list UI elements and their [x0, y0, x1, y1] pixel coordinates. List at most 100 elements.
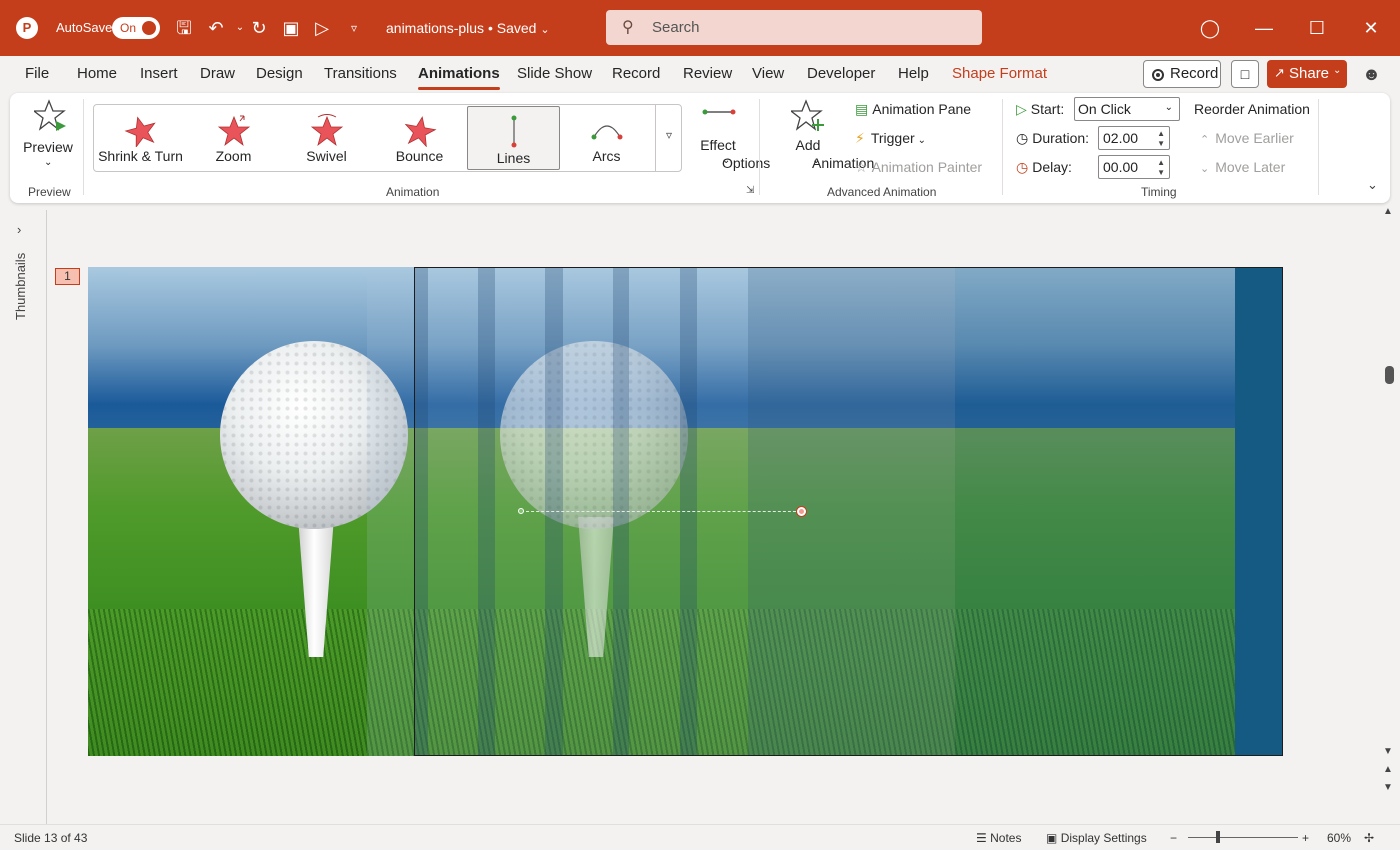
tab-review[interactable]: Review [683, 65, 732, 82]
spin-down-icon[interactable]: ▼ [1157, 139, 1165, 148]
duration-input[interactable]: 02.00 ▲ ▼ [1098, 126, 1170, 150]
thumbnails-pane: › Thumbnails [0, 210, 47, 824]
start-select[interactable]: On Click ⌄ [1074, 97, 1180, 121]
tab-developer[interactable]: Developer [807, 65, 875, 82]
motion-path-end[interactable] [797, 507, 806, 516]
tab-draw[interactable]: Draw [200, 65, 235, 82]
record-button[interactable]: Record [1143, 60, 1221, 88]
animation-shrink-turn[interactable]: Shrink & Turn [94, 105, 187, 171]
add-animation-button[interactable]: Add Animation ⌄ [766, 99, 874, 177]
comments-button[interactable]: □ [1231, 60, 1259, 88]
tab-shape-format[interactable]: Shape Format [952, 65, 1047, 82]
tab-file[interactable]: File [25, 65, 49, 82]
previous-slide-icon[interactable]: ▲ [1383, 764, 1393, 775]
preview-button[interactable]: Preview ⌄ [20, 99, 76, 177]
tab-help[interactable]: Help [898, 65, 929, 82]
notes-button[interactable]: ☰ Notes [976, 831, 1021, 845]
status-bar: Slide 13 of 43 ☰ Notes ▣ Display Setting… [0, 824, 1400, 850]
duration-label: ◷ Duration: [1016, 130, 1090, 146]
zoom-in-icon[interactable]: + [1302, 831, 1309, 845]
thumbnails-label[interactable]: Thumbnails [13, 253, 28, 320]
animation-pane-icon: ▤ [855, 101, 869, 117]
lines-path-icon [511, 115, 516, 148]
separator [1318, 99, 1319, 195]
comment-icon: □ [1240, 66, 1250, 82]
spin-down-icon[interactable]: ▼ [1157, 168, 1165, 177]
zoom-slider-knob[interactable] [1216, 831, 1220, 843]
fit-slide-icon[interactable]: ✢ [1364, 831, 1374, 845]
gallery-more-icon[interactable]: ▿ [655, 105, 682, 171]
play-icon: ▷ [1016, 101, 1027, 117]
effect-options-button[interactable]: Effect Options ⌄ [684, 99, 770, 177]
undo-icon[interactable]: ↶ [204, 16, 228, 40]
golf-ball-ghost [500, 341, 688, 529]
lightbulb-icon[interactable]: ◯ [1196, 14, 1224, 42]
chevron-down-icon: ⌄ [1333, 65, 1342, 76]
maximize-icon[interactable]: ☐ [1303, 14, 1331, 42]
zoom-level[interactable]: 60% [1327, 831, 1351, 845]
effect-options-icon [702, 109, 736, 115]
customize-toolbar-icon[interactable]: ▿ [342, 16, 366, 40]
delay-clock-icon: ◷ [1016, 159, 1029, 175]
dialog-launcher-icon[interactable]: ⇲ [746, 185, 754, 196]
redo-icon[interactable]: ↻ [247, 16, 271, 40]
coauthor-icon[interactable]: ☻ [1362, 64, 1381, 85]
tab-animations[interactable]: Animations [418, 65, 500, 90]
timing-group-label: Timing [1141, 185, 1177, 199]
delay-input[interactable]: 00.00 ▲ ▼ [1098, 155, 1170, 179]
tab-home[interactable]: Home [77, 65, 117, 82]
tab-transitions[interactable]: Transitions [324, 65, 397, 82]
trigger-button[interactable]: ⚡ Trigger ⌄ [855, 130, 926, 147]
scroll-down-icon[interactable]: ▼ [1383, 746, 1393, 757]
shrink-turn-star-icon [124, 116, 156, 147]
share-icon: ↗ [1274, 65, 1285, 80]
present-icon[interactable]: ▷ [310, 16, 334, 40]
animation-lines[interactable]: Lines [467, 106, 560, 170]
share-button[interactable]: ↗ Share ⌄ [1267, 60, 1347, 88]
spin-up-icon[interactable]: ▲ [1157, 158, 1165, 167]
next-slide-icon[interactable]: ▼ [1383, 782, 1393, 793]
animation-swivel[interactable]: Swivel [280, 105, 373, 171]
tab-view[interactable]: View [752, 65, 784, 82]
expand-thumbnails-icon[interactable]: › [17, 222, 21, 237]
tab-insert[interactable]: Insert [140, 65, 178, 82]
bounce-star-icon [404, 116, 437, 147]
dark-blue-strip [1235, 267, 1283, 756]
search-box[interactable]: ⚲ Search [606, 10, 982, 45]
motion-path-line[interactable] [521, 511, 801, 512]
move-later-button[interactable]: ⌄ Move Later [1200, 159, 1285, 175]
tab-design[interactable]: Design [256, 65, 303, 82]
motion-path-start[interactable] [518, 508, 524, 514]
display-settings-button[interactable]: ▣ Display Settings [1046, 831, 1147, 845]
save-icon[interactable]: 🖫 [172, 16, 196, 40]
move-earlier-button[interactable]: ⌃ Move Earlier [1200, 130, 1294, 146]
zoom-slider-track[interactable] [1188, 837, 1298, 838]
animation-pane-button[interactable]: ▤ Animation Pane [855, 101, 971, 118]
chevron-down-icon: ⌄ [722, 155, 731, 166]
animation-bounce[interactable]: Bounce [373, 105, 466, 171]
collapse-ribbon-icon[interactable]: ⌄ [1367, 177, 1378, 193]
close-icon[interactable]: ✕ [1357, 14, 1385, 42]
minimize-icon[interactable]: — [1250, 14, 1278, 42]
scroll-up-icon[interactable]: ▲ [1383, 206, 1393, 217]
slide-canvas[interactable] [88, 267, 1283, 756]
vertical-scrollbar[interactable]: ▲ ▼ ▲ ▼ [1382, 206, 1396, 806]
spin-up-icon[interactable]: ▲ [1157, 129, 1165, 138]
animation-ghost-region [955, 267, 1235, 756]
present-from-start-icon[interactable]: ▣ [279, 16, 303, 40]
ribbon: Preview ⌄ Preview Shrink & Turn Zoom Swi… [10, 93, 1390, 203]
scrollbar-thumb[interactable] [1385, 366, 1394, 384]
animation-arcs[interactable]: Arcs [560, 105, 653, 171]
autosave-label: AutoSave [56, 20, 113, 35]
menu-bar: File Home Insert Draw Design Transitions… [0, 56, 1400, 92]
reorder-animation-label: Reorder Animation [1194, 101, 1310, 117]
document-title[interactable]: animations-plus • Saved ⌄ [386, 20, 550, 36]
animation-zoom[interactable]: Zoom [187, 105, 280, 171]
animation-painter-button[interactable]: ☆ Animation Painter [855, 159, 982, 176]
tab-slide-show[interactable]: Slide Show [517, 65, 592, 82]
autosave-toggle[interactable]: On [112, 17, 160, 39]
lines-strip [414, 267, 428, 756]
zoom-out-icon[interactable]: − [1170, 831, 1177, 845]
tab-record[interactable]: Record [612, 65, 660, 82]
separator [1002, 99, 1003, 195]
